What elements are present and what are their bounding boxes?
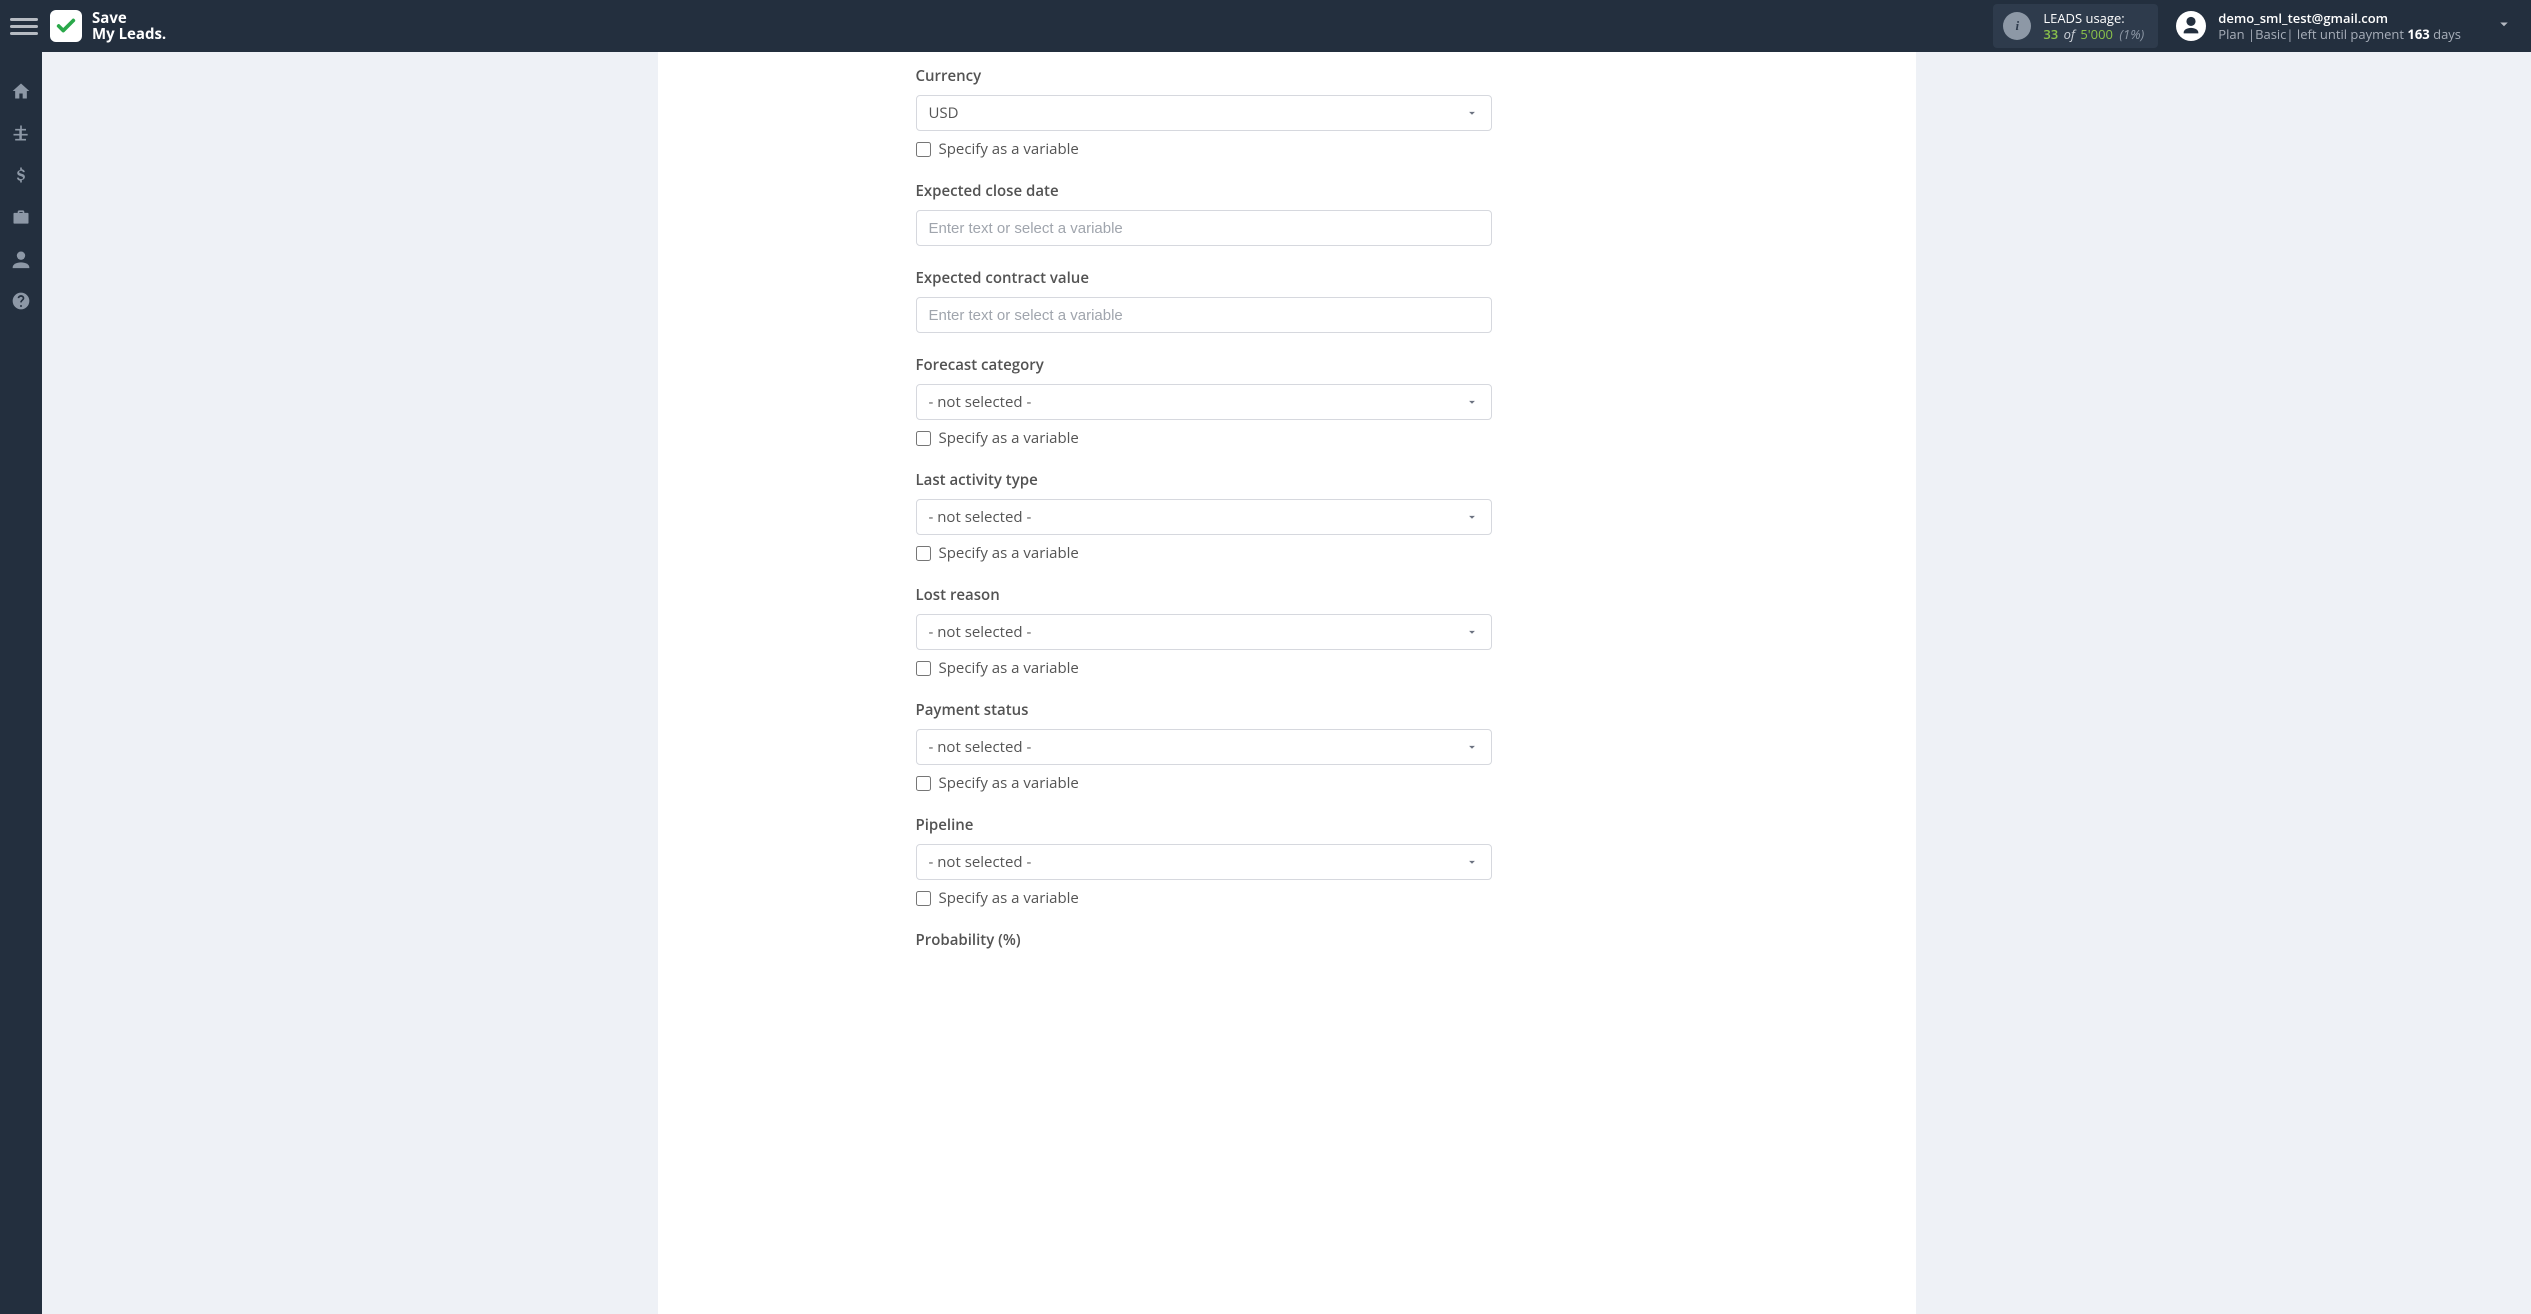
expected-close-date-input[interactable] <box>916 210 1492 246</box>
check-icon <box>50 10 82 42</box>
pipeline-select[interactable]: - not selected - <box>916 844 1492 880</box>
expected-contract-value-input[interactable] <box>916 297 1492 333</box>
nav-home[interactable] <box>8 78 34 104</box>
payment-status-label: Payment status <box>916 700 1492 720</box>
chevron-down-icon <box>1465 740 1479 754</box>
lost-reason-variable-checkbox[interactable]: Specify as a variable <box>916 658 1492 678</box>
currency-value: USD <box>929 103 959 123</box>
forecast-category-variable-checkbox[interactable]: Specify as a variable <box>916 428 1492 448</box>
account-menu[interactable]: demo_sml_test@gmail.com Plan |Basic| lef… <box>2176 10 2513 43</box>
chevron-down-icon <box>1465 395 1479 409</box>
topbar: Save My Leads. i LEADS usage: 33 of 5'00… <box>0 0 2531 52</box>
lost-reason-label: Lost reason <box>916 585 1492 605</box>
payment-status-variable-checkbox[interactable]: Specify as a variable <box>916 773 1492 793</box>
form-page: Currency USD Specify as a variable Expec… <box>658 52 1916 1314</box>
expected-close-date-label: Expected close date <box>916 181 1492 201</box>
content-area: Currency USD Specify as a variable Expec… <box>42 52 2531 1314</box>
pipeline-label: Pipeline <box>916 815 1492 835</box>
last-activity-type-select[interactable]: - not selected - <box>916 499 1492 535</box>
usage-label: LEADS usage: <box>2043 10 2144 26</box>
pipeline-variable-checkbox[interactable]: Specify as a variable <box>916 888 1492 908</box>
brand-name: Save My Leads. <box>92 10 166 43</box>
nav-integrations[interactable] <box>8 204 34 230</box>
nav-help[interactable] <box>8 288 34 314</box>
avatar-icon <box>2176 11 2206 41</box>
nav-billing[interactable] <box>8 162 34 188</box>
leads-usage-panel[interactable]: i LEADS usage: 33 of 5'000 (1%) <box>1993 4 2158 49</box>
nav-account[interactable] <box>8 246 34 272</box>
menu-toggle-button[interactable] <box>10 12 38 40</box>
chevron-down-icon <box>1465 855 1479 869</box>
brand-logo[interactable]: Save My Leads. <box>50 10 166 43</box>
usage-value: 33 of 5'000 (1%) <box>2043 26 2144 42</box>
chevron-down-icon[interactable] <box>2495 15 2513 38</box>
nav-connections[interactable] <box>8 120 34 146</box>
payment-status-select[interactable]: - not selected - <box>916 729 1492 765</box>
last-activity-type-label: Last activity type <box>916 470 1492 490</box>
forecast-category-label: Forecast category <box>916 355 1492 375</box>
last-activity-type-variable-checkbox[interactable]: Specify as a variable <box>916 543 1492 563</box>
sidebar <box>0 52 42 1314</box>
currency-label: Currency <box>916 66 1492 86</box>
expected-contract-value-label: Expected contract value <box>916 268 1492 288</box>
chevron-down-icon <box>1465 625 1479 639</box>
forecast-category-select[interactable]: - not selected - <box>916 384 1492 420</box>
lost-reason-select[interactable]: - not selected - <box>916 614 1492 650</box>
chevron-down-icon <box>1465 106 1479 120</box>
info-icon: i <box>2003 12 2031 40</box>
chevron-down-icon <box>1465 510 1479 524</box>
account-plan: Plan |Basic| left until payment 163 days <box>2218 26 2461 42</box>
currency-select[interactable]: USD <box>916 95 1492 131</box>
currency-variable-checkbox[interactable]: Specify as a variable <box>916 139 1492 159</box>
probability-label: Probability (%) <box>916 930 1492 950</box>
account-email: demo_sml_test@gmail.com <box>2218 10 2461 26</box>
